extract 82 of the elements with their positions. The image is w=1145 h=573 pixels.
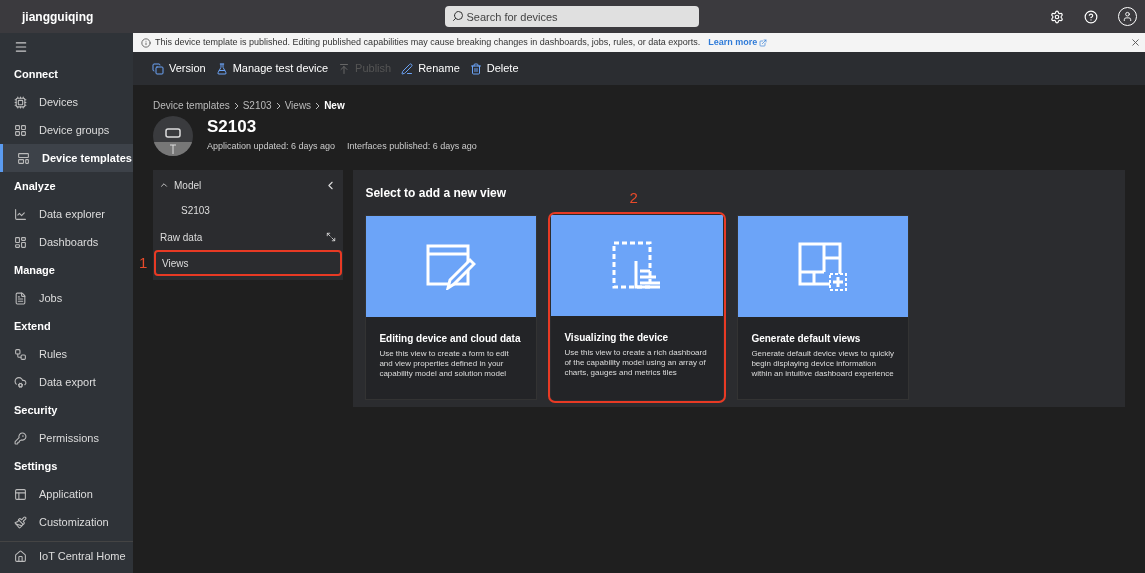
updated-text: Application updated: 6 days ago bbox=[207, 140, 336, 154]
tree-node[interactable]: Model bbox=[153, 174, 344, 196]
line-chart-icon bbox=[14, 207, 27, 221]
document-icon bbox=[14, 291, 27, 305]
section-heading: Manage bbox=[14, 262, 55, 278]
section-heading: Analyze bbox=[14, 178, 56, 194]
card-description: Generate default device views to quickly begin displaying device information within an intuitive dashboard experience bbox=[751, 349, 896, 379]
tree-item[interactable]: Raw data bbox=[154, 224, 343, 250]
search-field[interactable]: Search for devices bbox=[444, 6, 699, 27]
chevron-right-icon bbox=[315, 101, 321, 110]
card-title: Visualizing the device bbox=[564, 331, 670, 345]
toolbar-button[interactable]: Manage test device bbox=[215, 60, 329, 77]
view-card[interactable]: Visualizing the device Use this view to create a rich dashboard of the capability model using an array of charts, gauges and metrics tiles bbox=[551, 215, 724, 400]
sidebar-item[interactable]: Devices bbox=[0, 88, 133, 116]
close-icon[interactable] bbox=[1130, 37, 1141, 48]
dashboard-icon bbox=[14, 235, 27, 249]
toolbar-button[interactable]: Rename bbox=[401, 60, 460, 77]
published-text: Interfaces published: 6 days ago bbox=[347, 140, 477, 154]
template-icon bbox=[17, 151, 30, 165]
view-card[interactable]: Editing device and cloud data Use this view to create a form to edit and view properties defined in your capability model and solution model bbox=[365, 215, 538, 400]
annotation-number: 2 bbox=[629, 188, 638, 208]
search-icon bbox=[451, 10, 464, 22]
toolbar-button[interactable]: Delete bbox=[469, 60, 519, 77]
home-icon bbox=[14, 550, 27, 563]
breadcrumb-item[interactable]: S2103 bbox=[242, 98, 272, 113]
chevron-right-icon bbox=[275, 101, 281, 110]
chip-icon bbox=[14, 95, 27, 109]
chevron-right-icon bbox=[233, 101, 239, 110]
banner-message: This device template is published. Editing published capabilities may cause breaking changes in dashboards, jobs, rules, or data exports. bbox=[155, 35, 701, 49]
key-icon bbox=[14, 431, 27, 445]
menu-icon[interactable] bbox=[14, 39, 28, 54]
section-heading: Security bbox=[14, 402, 58, 418]
card-title: Editing device and cloud data bbox=[379, 332, 522, 346]
dashboard-chart-icon bbox=[612, 240, 663, 291]
section-heading: Extend bbox=[14, 318, 51, 334]
trash-icon bbox=[469, 62, 482, 75]
brush-icon bbox=[14, 515, 27, 529]
upload-icon bbox=[338, 62, 351, 75]
flask-icon bbox=[215, 62, 228, 75]
chevron-icon bbox=[159, 180, 169, 190]
device-avatar bbox=[153, 116, 193, 156]
sidebar-item[interactable]: Customization bbox=[0, 508, 133, 536]
info-icon bbox=[141, 37, 151, 48]
sidebar-item[interactable]: Device groups bbox=[0, 116, 133, 144]
external-link-icon bbox=[759, 38, 768, 47]
card-title: Generate default views bbox=[751, 332, 862, 346]
view-card[interactable]: Generate default views Generate default device views to quickly begin displaying device information within an intuitive dashboard experience bbox=[737, 215, 910, 400]
card-description: Use this view to create a form to edit and view properties defined in your capability model and solution model bbox=[379, 349, 510, 379]
settings-icon[interactable] bbox=[1050, 9, 1064, 24]
tree-item[interactable]: Views bbox=[154, 250, 343, 276]
sidebar-item[interactable]: Jobs bbox=[0, 284, 133, 312]
sidebar-item[interactable]: Dashboards bbox=[0, 228, 133, 256]
copy-icon bbox=[152, 62, 164, 75]
breadcrumb-item[interactable]: Device templates bbox=[153, 98, 230, 113]
layout-add-icon bbox=[798, 241, 849, 292]
grid-icon bbox=[14, 123, 27, 137]
section-heading: Settings bbox=[14, 458, 58, 474]
rename-icon bbox=[401, 62, 414, 75]
tree-item[interactable]: S2103 bbox=[181, 202, 210, 218]
sidebar-item[interactable]: Data export bbox=[0, 368, 133, 396]
app-name: jiangguiqing bbox=[22, 9, 94, 24]
sidebar-item[interactable]: Data explorer bbox=[0, 200, 133, 228]
sidebar-item[interactable]: Application bbox=[0, 480, 133, 508]
learn-more-link[interactable]: Learn more bbox=[708, 35, 768, 50]
section-heading: Connect bbox=[14, 66, 58, 82]
sidebar-item[interactable]: Rules bbox=[0, 340, 133, 368]
help-icon[interactable] bbox=[1084, 9, 1098, 24]
sidebar-item[interactable]: Device templates bbox=[0, 144, 133, 172]
card-description: Use this view to create a rich dashboard of the capability model using an array of charts, gauges and metrics tiles bbox=[564, 348, 708, 378]
annotation-number: 1 bbox=[139, 253, 148, 273]
toolbar-button[interactable]: Version bbox=[152, 60, 206, 77]
expand-icon[interactable] bbox=[326, 232, 337, 242]
panels-icon bbox=[14, 487, 27, 501]
template-name: S2103 bbox=[207, 118, 258, 136]
cloud-icon bbox=[14, 375, 27, 389]
form-edit-icon bbox=[426, 243, 477, 290]
sidebar-item[interactable]: Permissions bbox=[0, 424, 133, 452]
breadcrumb-item[interactable]: Views bbox=[284, 98, 312, 113]
breadcrumb-item: New bbox=[324, 99, 345, 113]
panel-title: Select to add a new view bbox=[365, 186, 507, 200]
flow-icon bbox=[14, 347, 27, 361]
sidebar-item[interactable]: IoT Central Home bbox=[0, 541, 133, 571]
